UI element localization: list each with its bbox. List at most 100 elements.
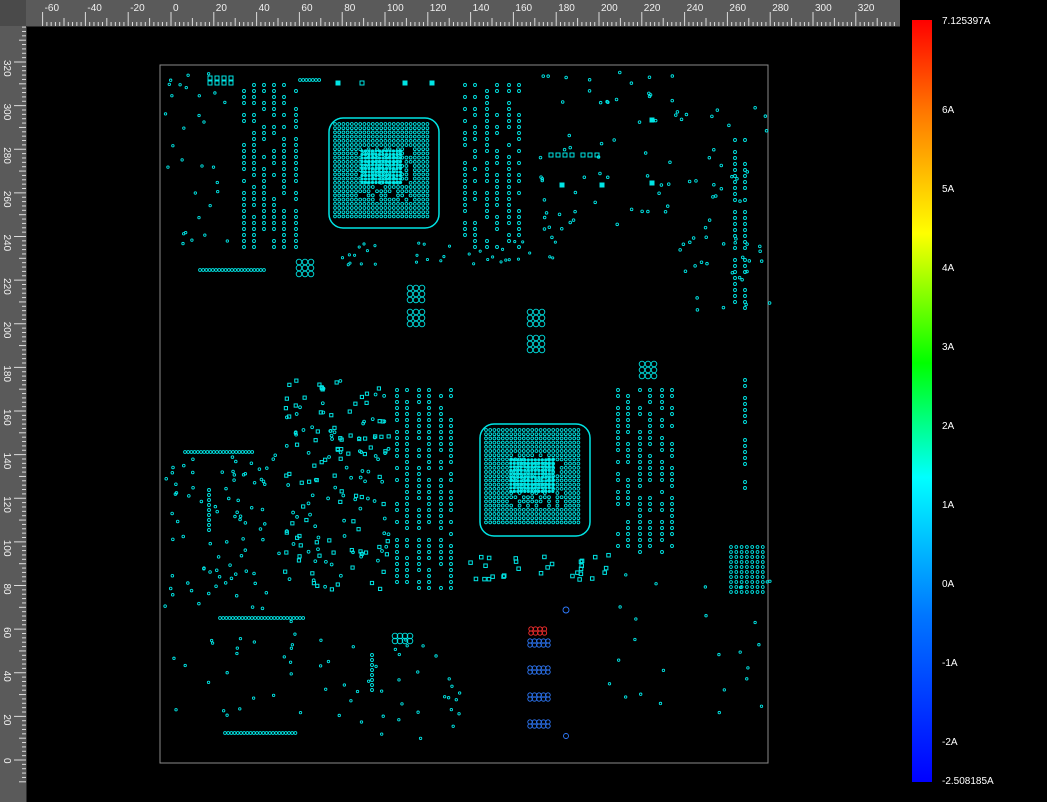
pad [523, 486, 527, 490]
pad [294, 239, 298, 243]
pad [294, 233, 298, 237]
pad [538, 155, 543, 160]
pad [463, 221, 467, 225]
pad [492, 428, 497, 432]
pad [439, 424, 443, 428]
pad [208, 541, 213, 546]
pad [533, 479, 537, 483]
pad [484, 428, 488, 432]
pad [349, 151, 354, 156]
pad [353, 401, 358, 406]
pad [687, 179, 692, 184]
pad [540, 479, 544, 483]
pad [337, 206, 342, 210]
pad [530, 458, 534, 462]
pad [381, 156, 385, 160]
pad [366, 189, 371, 194]
pad [463, 83, 467, 87]
pad [408, 214, 413, 219]
pad [484, 432, 488, 437]
pad [488, 432, 493, 437]
pad [507, 119, 511, 123]
pad [733, 258, 737, 262]
pad [516, 257, 520, 261]
pad [507, 209, 511, 213]
pad [249, 505, 254, 510]
pad [439, 508, 443, 512]
pad [509, 449, 514, 453]
pad [341, 176, 346, 181]
pad [381, 177, 385, 181]
pad [282, 173, 286, 177]
pad [307, 258, 315, 266]
pad [228, 80, 234, 86]
pad [405, 508, 409, 512]
pad [337, 126, 342, 131]
pad [745, 269, 749, 274]
pad [533, 458, 537, 462]
pad [341, 172, 346, 177]
pad [479, 554, 484, 560]
pad [427, 544, 431, 548]
pad [405, 644, 409, 648]
pad [648, 532, 652, 536]
pad [745, 565, 749, 569]
pad [263, 482, 267, 487]
pad [283, 406, 289, 411]
pad [391, 214, 396, 219]
pad [395, 574, 399, 578]
pad [517, 113, 521, 117]
pad [337, 201, 342, 206]
pad [507, 101, 511, 105]
pad [384, 166, 389, 171]
pad [207, 268, 212, 272]
pad [488, 512, 493, 516]
pad [544, 475, 548, 479]
pad [650, 118, 654, 122]
pad [463, 227, 467, 231]
pad [468, 560, 473, 565]
pad [381, 180, 385, 185]
pad [370, 130, 375, 135]
pad [485, 203, 489, 207]
pad [512, 489, 516, 493]
pad [547, 461, 551, 465]
pad [354, 164, 358, 168]
pad [417, 134, 421, 139]
pad [417, 520, 421, 524]
pad [507, 197, 511, 201]
pad [417, 478, 421, 482]
pad [244, 569, 249, 573]
pad [644, 360, 652, 368]
pad [509, 479, 513, 483]
pad [242, 149, 246, 153]
pad [341, 214, 346, 219]
pad [733, 300, 737, 304]
pad [395, 478, 399, 482]
pad [500, 516, 505, 521]
pad [412, 214, 417, 219]
pad [395, 166, 399, 171]
pad [412, 172, 417, 177]
pad [333, 172, 337, 177]
pad [387, 143, 392, 147]
pad [252, 167, 256, 171]
pad [404, 168, 409, 173]
pad [237, 616, 242, 620]
pad [366, 214, 371, 219]
pad [488, 457, 493, 462]
pad [439, 526, 443, 530]
pad [670, 442, 674, 446]
pad [534, 507, 539, 512]
pad [189, 450, 194, 454]
pad [234, 594, 239, 598]
pad [647, 75, 652, 79]
pad [560, 183, 564, 187]
pad [391, 163, 396, 167]
pad [559, 520, 564, 525]
pcb-view-canvas[interactable] [27, 27, 900, 802]
pad [349, 143, 354, 147]
pad [396, 197, 400, 202]
pad [391, 138, 396, 143]
pad [259, 477, 264, 482]
